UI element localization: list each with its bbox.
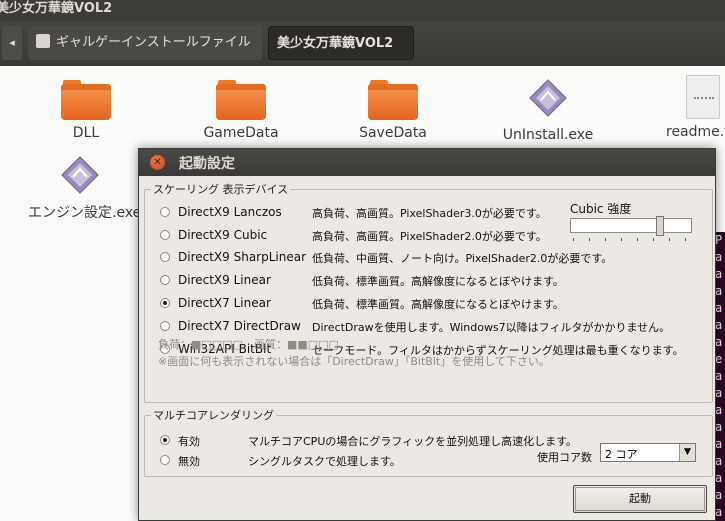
cubic-strength-slider[interactable] [570, 216, 692, 236]
executable-icon [529, 79, 567, 117]
file-item-savedata[interactable]: SaveData [353, 80, 433, 141]
file-name: エンジン設定.exe [28, 205, 142, 221]
scaling-group-label: スケーリング 表示デバイス [153, 183, 289, 196]
file-item-readme[interactable]: readme.t [660, 75, 725, 140]
option-description: 低負荷、標準画質。高解像度になるとぼやけます。 [312, 298, 564, 311]
terminal-window-fragment: Pa aa aa ae aa aa aa aa a [715, 232, 725, 521]
dialog-title: 起動設定 [179, 156, 235, 172]
slider-thumb[interactable] [656, 216, 664, 236]
option-description: マルチコアCPUの場合にグラフィックを並列処理し高速化します。 [248, 435, 578, 448]
breadcrumb-current[interactable]: 美少女万華鏡VOL2 [268, 26, 414, 60]
option-description: 高負荷、高画質。PixelShader2.0が必要です。 [312, 230, 547, 243]
radio-button[interactable] [160, 207, 170, 217]
file-item-uninstall[interactable]: UnInstall.exe [498, 78, 598, 143]
folder-icon [61, 80, 111, 120]
option-label: 有効 [178, 435, 200, 448]
radio-button[interactable] [160, 455, 170, 465]
multicore-group-label: マルチコアレンダリング [153, 409, 274, 422]
breadcrumb-parent[interactable]: ギャルゲーインストールファイル [28, 26, 262, 60]
drive-icon [36, 34, 50, 48]
chevron-down-icon[interactable]: ▼ [679, 444, 695, 461]
file-item-engine-settings[interactable]: エンジン設定.exe [24, 155, 144, 222]
option-label: DirectX7 DirectDraw [178, 319, 301, 333]
option-description: DirectDrawを使用します。Windows7以降はフィルタがかかりません。 [312, 321, 671, 334]
option-description: 低負荷、標準画質。高解像度になるとぼやけます。 [312, 275, 564, 288]
option-label: DirectX9 Cubic [178, 228, 268, 242]
option-label: DirectX9 SharpLinear [178, 250, 307, 264]
radio-button-selected[interactable] [160, 435, 170, 445]
option-label: 無効 [178, 455, 200, 468]
cubic-strength-label: Cubic 強度 [570, 202, 632, 216]
core-count-label: 使用コア数 [537, 451, 592, 464]
dialog-title-bar: ✕ 起動設定 [139, 149, 715, 176]
radio-button[interactable] [160, 275, 170, 285]
slider-track[interactable] [570, 218, 692, 233]
file-item-dll[interactable]: DLL [56, 80, 116, 141]
file-name: DLL [72, 125, 100, 141]
radio-button[interactable] [160, 230, 170, 240]
location-bar: ◂ ギャルゲーインストールファイル 美少女万華鏡VOL2 [0, 22, 725, 66]
option-description: 低負荷、中画質、ノート向け。PixelShader2.0が必要です。 [312, 252, 613, 265]
window-title: 美少女万華鏡VOL2 [0, 1, 113, 16]
breadcrumb-current-label: 美少女万華鏡VOL2 [277, 36, 394, 51]
core-count-select[interactable]: 2 コア ▼ [600, 443, 696, 462]
radio-button-selected[interactable] [160, 298, 170, 308]
chevron-left-icon[interactable]: ◂ [2, 26, 22, 60]
file-name: UnInstall.exe [502, 127, 594, 143]
option-description: 高負荷、高画質。PixelShader3.0が必要です。 [312, 207, 547, 220]
core-count-value: 2 コア [605, 448, 638, 461]
radio-button[interactable] [160, 252, 170, 262]
launch-button[interactable]: 起動 [573, 485, 707, 513]
option-label: DirectX7 Linear [178, 296, 271, 310]
file-name: readme.t [666, 124, 725, 140]
option-description: シングルタスクで処理します。 [248, 455, 401, 468]
option-label: DirectX9 Linear [178, 273, 271, 287]
directdraw-note: ※画面に何も表示されない場合は「DirectDraw」「BitBlt」を使用して… [158, 355, 550, 368]
option-label: DirectX9 Lanczos [178, 205, 282, 219]
window-title-bar: 美少女万華鏡VOL2 [0, 0, 725, 22]
text-file-icon [686, 75, 720, 119]
radio-button[interactable] [160, 321, 170, 331]
load-quality-rating: 負荷：■□□□□ 画質：■■□□□ [158, 338, 339, 351]
folder-icon [216, 80, 266, 120]
launch-settings-dialog: ✕ 起動設定 スケーリング 表示デバイス DirectX9 Lanczos 高負… [138, 148, 716, 521]
close-icon[interactable]: ✕ [150, 155, 165, 170]
file-item-gamedata[interactable]: GameData [196, 80, 286, 141]
folder-icon [368, 80, 418, 120]
breadcrumb-parent-label: ギャルゲーインストールファイル [56, 35, 251, 50]
file-name: SaveData [359, 125, 427, 141]
executable-icon [61, 156, 99, 194]
slider-ticks [573, 238, 688, 242]
file-name: GameData [203, 125, 279, 141]
